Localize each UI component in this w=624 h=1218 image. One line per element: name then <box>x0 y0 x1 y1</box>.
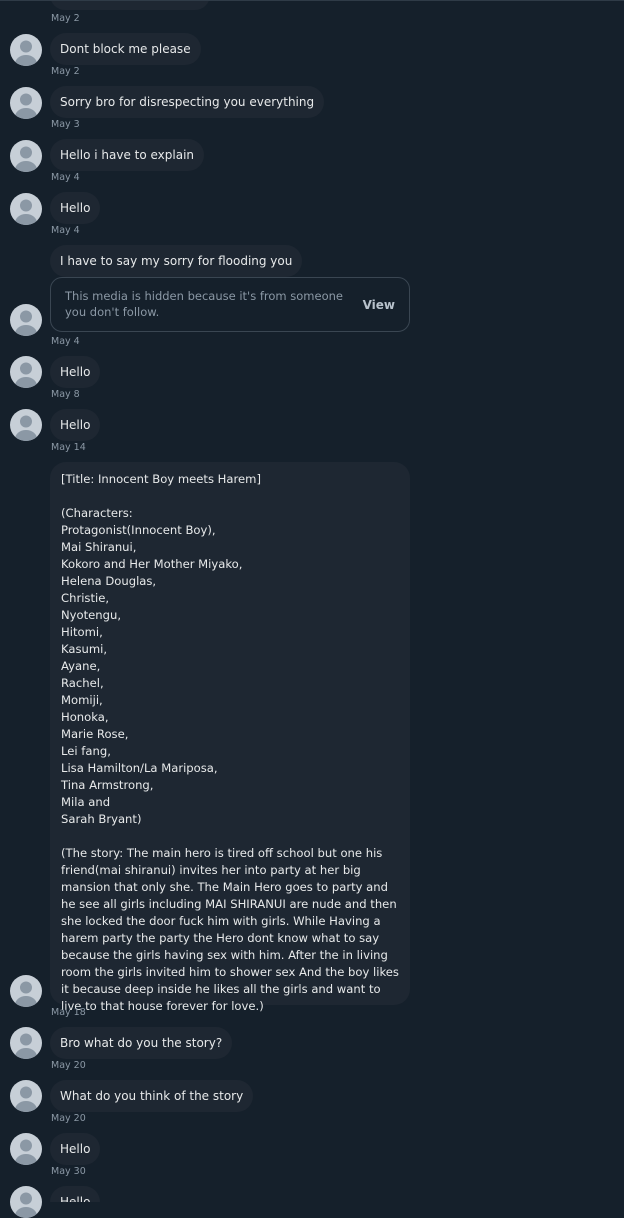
character-line: Marie Rose, <box>61 727 129 741</box>
message-bubble[interactable]: What do you think of the story <box>50 1080 254 1112</box>
message-date: May 2 <box>51 66 80 77</box>
character-line: Helena Douglas, <box>61 574 157 588</box>
character-line: Lisa Hamilton/La Mariposa, <box>61 761 218 775</box>
character-line: Mai Shiranui, <box>61 540 137 554</box>
story-plot: (The story: The main hero is tired off s… <box>61 846 403 1013</box>
message-bubble[interactable]: Hello <box>50 356 101 388</box>
character-line: Momiji, <box>61 693 103 707</box>
message-date: May 4 <box>51 225 80 236</box>
character-line: Honoka, <box>61 710 109 724</box>
hidden-media-card[interactable]: This media is hidden because it's from s… <box>50 277 410 332</box>
message-date: May 8 <box>51 389 80 400</box>
character-line: Tina Armstrong, <box>61 778 154 792</box>
character-line: Ayane, <box>61 659 101 673</box>
character-line: Sarah Bryant) <box>61 812 142 826</box>
message-bubble-clipped[interactable] <box>50 0 210 10</box>
avatar[interactable] <box>10 34 42 66</box>
character-line: Protagonist(Innocent Boy), <box>61 523 216 537</box>
message-date: May 14 <box>51 442 86 453</box>
message-bubble[interactable]: Sorry bro for disrespecting you everythi… <box>50 86 325 118</box>
message-bubble[interactable]: Hello i have to explain <box>50 139 205 171</box>
character-line: Mila and <box>61 795 111 809</box>
avatar[interactable] <box>10 409 42 441</box>
characters-header: (Characters: <box>61 506 133 520</box>
hidden-media-notice: This media is hidden because it's from s… <box>65 289 343 319</box>
message-date: May 2 <box>51 13 80 24</box>
avatar[interactable] <box>10 356 42 388</box>
character-line: Kasumi, <box>61 642 108 656</box>
avatar[interactable] <box>10 87 42 119</box>
message-date: May 20 <box>51 1060 86 1071</box>
message-bubble[interactable]: Hello <box>50 192 101 224</box>
view-media-button[interactable]: View <box>363 298 395 312</box>
message-bubble[interactable]: Hello <box>50 1133 101 1165</box>
message-date: May 4 <box>51 172 80 183</box>
message-date: May 30 <box>51 1166 86 1177</box>
character-line: Hitomi, <box>61 625 103 639</box>
avatar[interactable] <box>10 1080 42 1112</box>
character-line: Kokoro and Her Mother Miyako, <box>61 557 243 571</box>
message-bubble[interactable]: I have to say my sorry for flooding you <box>50 245 303 277</box>
avatar[interactable] <box>10 1133 42 1165</box>
character-line: Nyotengu, <box>61 608 122 622</box>
message-date: May 4 <box>51 336 80 347</box>
dm-thread: May 2 Dont block me please May 2 Sorry b… <box>0 0 624 1218</box>
message-date: May 3 <box>51 119 80 130</box>
avatar[interactable] <box>10 193 42 225</box>
character-line: Christie, <box>61 591 110 605</box>
avatar[interactable] <box>10 140 42 172</box>
avatar[interactable] <box>10 1027 42 1059</box>
story-message-bubble[interactable]: [Title: Innocent Boy meets Harem] (Chara… <box>50 462 410 1013</box>
message-date: May 18 <box>51 1007 86 1018</box>
header-divider <box>0 0 624 1</box>
character-line: Rachel, <box>61 676 104 690</box>
story-title: [Title: Innocent Boy meets Harem] <box>61 472 261 486</box>
message-date: May 20 <box>51 1113 86 1124</box>
message-bubble[interactable]: Hello <box>50 409 101 441</box>
avatar[interactable] <box>10 1186 42 1218</box>
character-line: Lei fang, <box>61 744 111 758</box>
message-bubble[interactable]: Dont block me please <box>50 33 201 65</box>
avatar[interactable] <box>10 975 42 1007</box>
message-bubble[interactable]: Bro what do you the story? <box>50 1027 233 1059</box>
avatar[interactable] <box>10 304 42 336</box>
